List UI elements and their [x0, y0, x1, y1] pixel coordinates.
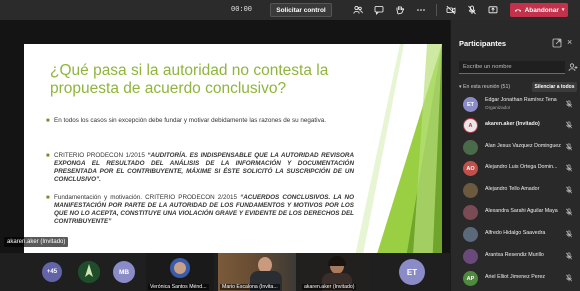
mic-off-icon[interactable]	[565, 100, 573, 108]
participant-name: Alfredo Hidalgo Saavedra	[485, 230, 546, 236]
avatar: AP	[463, 271, 478, 286]
phone-hangup-icon	[514, 9, 521, 12]
participant-row[interactable]: Alfredo Hidalgo Saavedra	[459, 225, 580, 244]
avatar	[463, 205, 478, 220]
mic-off-icon[interactable]	[565, 186, 573, 194]
avatar: ET	[463, 97, 478, 112]
more-options-icon[interactable]	[415, 4, 427, 16]
participant-name: Edgar Jonathan Ramírez Tena	[485, 97, 557, 103]
chevron-down-icon: ▾	[561, 7, 565, 13]
slide-bullet: ■ CRITERIO PRODECON 1/2015 “AUDITORÍA. E…	[46, 152, 354, 184]
participant-name: Ariel Elliot Jimenez Perez	[485, 274, 546, 280]
tile-name: Verónica Santos Ménd...	[148, 284, 209, 290]
raise-hand-icon[interactable]	[394, 4, 406, 16]
avatar	[463, 249, 478, 264]
bullet-marker: ■	[46, 195, 50, 201]
video-tile[interactable]: Verónica Santos Ménd...	[146, 253, 214, 291]
avatar	[174, 262, 186, 274]
mic-off-icon[interactable]	[565, 164, 573, 172]
slide-bullet: ■ Fundamentación y motivación. CRITERIO …	[46, 194, 354, 226]
video-tile[interactable]: Mario Escalona (Invita...	[218, 253, 296, 291]
participant-row[interactable]: Alan Jesus Vazquez Dominguez	[459, 138, 580, 157]
bullet-marker: ■	[46, 118, 50, 124]
people-icon[interactable]	[352, 4, 364, 16]
overflow-participants-badge[interactable]: +45	[42, 262, 62, 282]
toolbar-divider	[436, 4, 437, 16]
meeting-toolbar: 00:00 Solicitar control Abandonar ▾	[0, 0, 580, 20]
bullet-marker: ■	[46, 153, 50, 159]
participant-row[interactable]: Alejandro Tello Amador	[459, 181, 580, 200]
panel-title: Participantes	[459, 39, 507, 48]
avatar	[463, 183, 478, 198]
participant-row[interactable]: AO Alejandro Luis Ortega Domin...	[459, 159, 580, 178]
pop-out-icon[interactable]	[552, 38, 562, 48]
bullet-text: Fundamentación y motivación. CRITERIO PR…	[54, 194, 241, 201]
mic-off-icon[interactable]	[466, 4, 478, 16]
avatar: MB	[113, 261, 135, 283]
participant-row[interactable]: Alexandra Sarahi Aguilar Maya	[459, 203, 580, 222]
avatar: ET	[399, 259, 425, 285]
slide-title: ¿Qué pasa si la autoridad no contesta la…	[50, 62, 329, 97]
mute-all-button[interactable]: Silenciar a todos	[532, 82, 577, 92]
mic-off-icon[interactable]	[565, 208, 573, 216]
slide-bullet: ■ En todos los casos sin excepción debe …	[46, 117, 354, 125]
participant-search-input[interactable]: Escribe un nombre	[459, 61, 565, 74]
shared-content-stage: ¿Qué pasa si la autoridad no contesta la…	[0, 20, 450, 270]
participant-row[interactable]: Arantxa Resendiz Murillo	[459, 247, 580, 266]
mic-off-icon[interactable]	[565, 230, 573, 238]
meeting-timer: 00:00	[231, 6, 253, 14]
avatar	[463, 227, 478, 242]
share-screen-icon[interactable]	[487, 4, 499, 16]
participant-name: akaren.aker (Invitado)	[485, 121, 540, 127]
tile-name: Mario Escalona (Invita...	[220, 284, 280, 290]
section-label: En esta reunión (51)	[463, 84, 511, 90]
participant-name: Alexandra Sarahi Aguilar Maya	[485, 208, 558, 214]
avatar	[463, 140, 478, 155]
participant-role: Organizador	[485, 105, 511, 110]
video-gallery-strip: +45 MB Verónica Santos Ménd... Mario Esc…	[0, 253, 450, 291]
participant-row[interactable]: ET Edgar Jonathan Ramírez Tena Organizador	[459, 95, 580, 114]
leave-button-label: Abandonar	[524, 6, 559, 14]
mic-off-icon[interactable]	[565, 143, 573, 151]
mic-off-icon[interactable]	[565, 121, 573, 129]
participant-name: Alejandro Luis Ortega Domin...	[485, 164, 558, 170]
participant-row[interactable]: AP Ariel Elliot Jimenez Perez	[459, 269, 580, 288]
avatar	[78, 261, 100, 283]
participant-row[interactable]: Aakaren.aker (Invitado)	[459, 116, 580, 135]
video-tile[interactable]: akaren.aker (Invitado)	[300, 253, 370, 291]
tile-name: akaren.aker (Invitado)	[302, 284, 357, 290]
participant-name: Arantxa Resendiz Murillo	[485, 252, 544, 258]
person-hair	[328, 256, 346, 266]
presenter-name-tag: akaren.aker (Invitado)	[4, 237, 69, 247]
bullet-text: CRITERIO PRODECON 1/2015	[54, 152, 148, 159]
participants-panel: Participantes × Escribe un nombre ▾ En e…	[450, 20, 580, 291]
mic-off-icon[interactable]	[565, 274, 573, 282]
mic-off-icon[interactable]	[565, 252, 573, 260]
chat-icon[interactable]	[373, 4, 385, 16]
avatar: A	[463, 118, 478, 133]
section-header[interactable]: ▾ En esta reunión (51)	[459, 84, 510, 90]
participant-name: Alejandro Tello Amador	[485, 186, 540, 192]
leave-button[interactable]: Abandonar ▾	[510, 3, 568, 17]
avatar: AO	[463, 161, 478, 176]
camera-off-icon[interactable]	[445, 4, 457, 16]
close-icon[interactable]: ×	[567, 37, 572, 47]
share-invite-icon[interactable]	[568, 62, 578, 72]
request-control-button[interactable]: Solicitar control	[270, 3, 332, 17]
presentation-slide: ¿Qué pasa si la autoridad no contesta la…	[24, 44, 442, 270]
bullet-text: En todos los casos sin excepción debe fu…	[54, 117, 326, 124]
participant-name: Alan Jesus Vazquez Dominguez	[485, 143, 561, 149]
teams-meeting-window: 00:00 Solicitar control Abandonar ▾ ¿Qué…	[0, 0, 580, 291]
